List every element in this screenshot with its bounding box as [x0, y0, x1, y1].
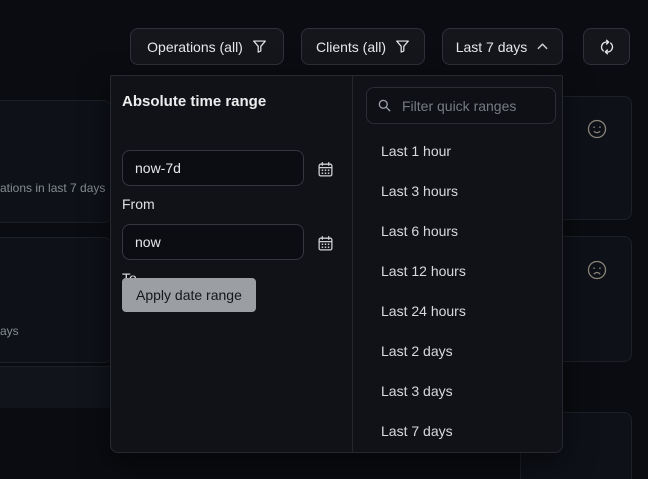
quick-range-option-last-3-hours[interactable]: Last 3 hours	[353, 171, 562, 211]
quick-range-option-last-12-hours[interactable]: Last 12 hours	[353, 251, 562, 291]
clients-filter-button[interactable]: Clients (all)	[301, 28, 425, 65]
stat-card	[0, 100, 112, 223]
quick-range-option-last-2-days[interactable]: Last 2 days	[353, 331, 562, 371]
to-input[interactable]	[122, 224, 304, 260]
from-label: From	[122, 196, 155, 212]
quick-range-list: Last 1 hour Last 3 hours Last 6 hours La…	[353, 131, 562, 451]
dashboard-screen: ations in last 7 days ays Operations (al…	[0, 0, 648, 479]
background-row	[0, 366, 110, 408]
absolute-time-range-section: Absolute time range From	[111, 76, 353, 452]
operations-filter-button[interactable]: Operations (all)	[130, 28, 284, 65]
calendar-icon	[317, 161, 334, 178]
quick-ranges-section: Last 1 hour Last 3 hours Last 6 hours La…	[353, 76, 562, 452]
quick-range-option-last-7-days[interactable]: Last 7 days	[353, 411, 562, 451]
quick-range-option-last-1-hour[interactable]: Last 1 hour	[353, 131, 562, 171]
operations-filter-label: Operations (all)	[147, 39, 243, 55]
search-icon	[377, 98, 392, 113]
funnel-icon	[395, 39, 410, 54]
frown-face-icon	[586, 259, 608, 281]
apply-date-range-button[interactable]: Apply date range	[122, 278, 256, 312]
quick-range-option-last-24-hours[interactable]: Last 24 hours	[353, 291, 562, 331]
stat-card-caption: ays	[0, 324, 19, 338]
absolute-time-range-title: Absolute time range	[122, 93, 266, 110]
stat-card-caption: ations in last 7 days	[0, 181, 105, 195]
quick-range-search-input[interactable]	[400, 97, 545, 115]
chevron-up-icon	[536, 40, 549, 53]
calendar-icon	[317, 235, 334, 252]
refresh-button[interactable]	[583, 28, 630, 65]
time-range-label: Last 7 days	[456, 39, 528, 55]
refresh-icon	[599, 39, 615, 55]
from-calendar-button[interactable]	[314, 158, 336, 180]
funnel-icon	[252, 39, 267, 54]
quick-range-option-last-3-days[interactable]: Last 3 days	[353, 371, 562, 411]
time-range-button[interactable]: Last 7 days	[442, 28, 563, 65]
from-input[interactable]	[122, 150, 304, 186]
quick-range-option-last-6-hours[interactable]: Last 6 hours	[353, 211, 562, 251]
quick-range-search[interactable]	[366, 87, 556, 124]
neutral-face-icon	[586, 118, 608, 140]
to-calendar-button[interactable]	[314, 232, 336, 254]
stat-card	[0, 237, 112, 363]
time-picker-dropdown: Absolute time range From	[110, 75, 563, 453]
clients-filter-label: Clients (all)	[316, 39, 386, 55]
